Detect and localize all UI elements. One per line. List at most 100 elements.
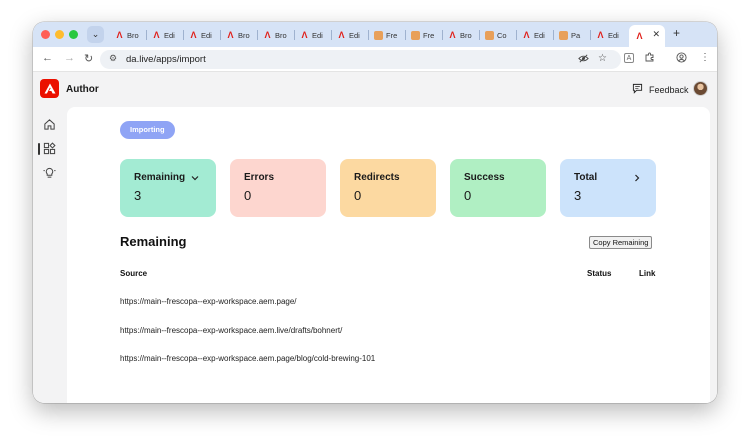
tab-4[interactable]: Λ Bro	[220, 25, 256, 45]
adobe-icon: Λ	[190, 29, 197, 40]
frescopa-icon	[374, 30, 383, 40]
forward-arrow-icon[interactable]: →	[64, 52, 75, 64]
redirects-label: Redirects	[354, 172, 400, 183]
back-arrow-icon[interactable]: ←	[42, 52, 53, 64]
table-row: https://main--frescopa--exp-workspace.ae…	[120, 354, 376, 363]
success-label: Success	[464, 172, 505, 183]
success-count: 0	[464, 188, 472, 203]
address-bar[interactable]: ⚙ da.live/apps/import ☆	[100, 50, 621, 69]
tab-2[interactable]: Λ Edi	[146, 25, 182, 45]
tab-label: Bro	[127, 30, 139, 40]
lightbulb-icon[interactable]	[43, 166, 57, 180]
column-header-status: Status	[587, 269, 612, 278]
apps-icon[interactable]	[43, 142, 57, 156]
tab-14[interactable]: Λ Edi	[590, 25, 626, 45]
minimize-window-button[interactable]	[55, 30, 64, 39]
zoom-window-button[interactable]	[69, 30, 78, 39]
adobe-icon: Λ	[301, 29, 308, 40]
adobe-icon: Λ	[264, 29, 271, 40]
tab-10[interactable]: Λ Bro	[442, 25, 478, 45]
tab-label: Edi	[608, 30, 619, 40]
total-label: Total	[574, 172, 598, 183]
tab-11[interactable]: Co	[479, 25, 515, 45]
tab-label: Fre	[423, 30, 435, 40]
adobe-icon: Λ	[338, 29, 345, 40]
redirects-count: 0	[354, 188, 362, 203]
tab-13[interactable]: Pa	[553, 25, 589, 45]
tab-label: Bro	[275, 30, 287, 40]
avatar[interactable]	[693, 81, 708, 96]
tab-label: Edi	[534, 30, 545, 40]
frescopa-icon	[559, 30, 568, 40]
extensions-puzzle-icon[interactable]	[645, 52, 655, 65]
tab-strip: ⌄ Λ Bro Λ Edi Λ Edi Λ Bro Λ Bro Λ Edi Λ Edi Fre…	[33, 22, 717, 47]
remaining-card[interactable]: Remaining 3	[120, 159, 216, 217]
tab-6[interactable]: Λ Edi	[294, 25, 330, 45]
adobe-logo-icon[interactable]	[40, 79, 59, 98]
total-card[interactable]: Total 3	[560, 159, 656, 217]
url-text[interactable]: da.live/apps/import	[126, 54, 206, 65]
tab-active[interactable]: Λ ✕	[629, 25, 665, 47]
tab-label: Edi	[349, 30, 360, 40]
tab-label: Bro	[238, 30, 250, 40]
browser-window: ⌄ Λ Bro Λ Edi Λ Edi Λ Bro Λ Bro Λ Edi Λ Edi Fre…	[33, 22, 717, 403]
profile-icon[interactable]	[676, 52, 687, 66]
reload-icon[interactable]: ↻	[84, 52, 93, 65]
eye-off-icon[interactable]	[578, 53, 589, 67]
chevron-down-icon	[190, 173, 200, 186]
adobe-icon: Λ	[227, 29, 234, 40]
errors-count: 0	[244, 188, 252, 203]
table-row: https://main--frescopa--exp-workspace.ae…	[120, 326, 343, 335]
redirects-card[interactable]: Redirects 0	[340, 159, 436, 217]
tab-7[interactable]: Λ Edi	[331, 25, 367, 45]
frescopa-icon	[411, 30, 420, 40]
tab-label: Fre	[386, 30, 398, 40]
tab-5[interactable]: Λ Bro	[257, 25, 293, 45]
frescopa-icon	[485, 30, 494, 40]
tab-label: Bro	[460, 30, 472, 40]
import-panel: Importing Remaining 3 Errors 0 Redirects…	[67, 107, 710, 403]
tab-1[interactable]: Λ Bro	[109, 25, 145, 45]
active-nav-indicator	[38, 143, 40, 155]
tab-label: Edi	[164, 30, 175, 40]
home-icon[interactable]	[43, 118, 57, 132]
feedback-speech-icon	[632, 83, 643, 96]
feedback-button[interactable]: Feedback	[632, 83, 689, 96]
chevron-right-icon	[632, 173, 642, 186]
tab-12[interactable]: Λ Edi	[516, 25, 552, 45]
success-card[interactable]: Success 0	[450, 159, 546, 217]
adobe-icon: Λ	[523, 29, 530, 40]
errors-card[interactable]: Errors 0	[230, 159, 326, 217]
tab-label: Edi	[312, 30, 323, 40]
tab-label: Co	[497, 30, 507, 40]
total-count: 3	[574, 188, 582, 203]
tab-3[interactable]: Λ Edi	[183, 25, 219, 45]
more-menu-icon[interactable]: ⋮	[700, 52, 710, 63]
tab-9[interactable]: Fre	[405, 25, 441, 45]
column-header-source: Source	[120, 269, 148, 278]
bookmark-star-icon[interactable]: ☆	[598, 53, 607, 64]
app-title: Author	[66, 84, 99, 95]
adobe-icon: Λ	[597, 29, 604, 40]
adobe-icon: Λ	[116, 29, 123, 40]
new-tab-button[interactable]: +	[673, 26, 680, 40]
tab-label: Edi	[201, 30, 212, 40]
tab-search-chevron-icon[interactable]: ⌄	[87, 26, 104, 43]
browser-toolbar: ← → ↻ ⚙ da.live/apps/import ☆ A ⋮	[33, 47, 717, 72]
close-window-button[interactable]	[41, 30, 50, 39]
errors-label: Errors	[244, 172, 275, 183]
site-settings-icon[interactable]: ⚙	[109, 53, 117, 64]
adobe-icon: Λ	[449, 29, 456, 40]
status-badge: Importing	[120, 121, 175, 139]
tab-8[interactable]: Fre	[368, 25, 404, 45]
section-title: Remaining	[120, 234, 187, 249]
adobe-icon: Λ	[153, 29, 160, 40]
copy-remaining-button[interactable]: Copy Remaining	[589, 236, 653, 249]
close-tab-icon[interactable]: ✕	[652, 29, 660, 40]
adobe-extension-icon[interactable]: A	[624, 53, 634, 63]
remaining-label: Remaining	[134, 172, 186, 183]
feedback-label: Feedback	[649, 84, 689, 95]
table-row: https://main--frescopa--exp-workspace.ae…	[120, 297, 297, 306]
tab-label: Pa	[571, 30, 581, 40]
adobe-icon: Λ	[636, 30, 643, 41]
